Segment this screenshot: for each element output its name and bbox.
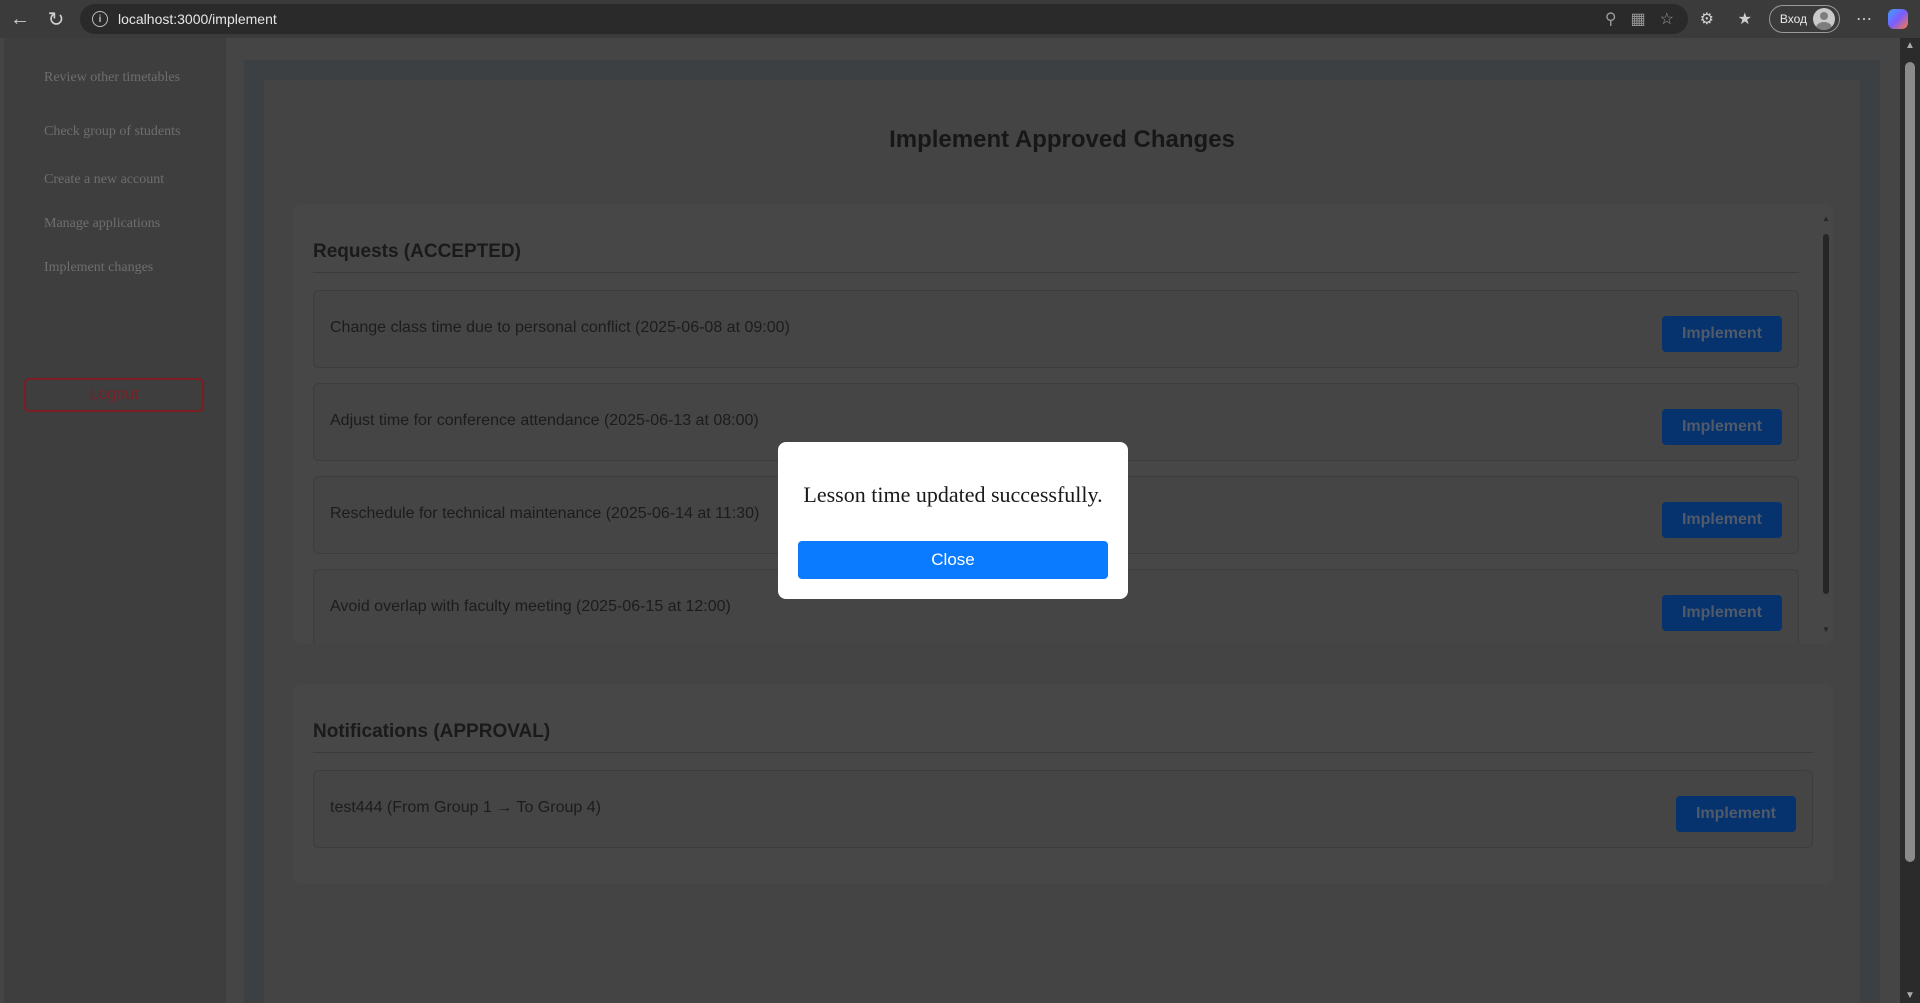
- implement-button[interactable]: Implement: [1676, 796, 1796, 832]
- divider: [313, 272, 1799, 273]
- scroll-thumb[interactable]: [1823, 234, 1829, 594]
- implement-button[interactable]: Implement: [1662, 316, 1782, 352]
- requests-scrollbar[interactable]: ▲ ▼: [1819, 214, 1833, 634]
- sidebar: Review other timetables Check group of s…: [4, 38, 226, 1003]
- favorite-star-icon[interactable]: ☆: [1660, 9, 1674, 29]
- browser-toolbar: ← ↻ i localhost:3000/implement ⚲ ▦ ☆ ⚙ ★…: [0, 0, 1920, 38]
- address-bar[interactable]: i localhost:3000/implement ⚲ ▦ ☆: [80, 4, 1688, 34]
- notification-text: test444 (From Group 1 → To Group 4): [330, 799, 601, 816]
- copilot-icon[interactable]: [1888, 9, 1908, 29]
- logout-button[interactable]: Logout: [24, 378, 204, 412]
- request-text: Avoid overlap with faculty meeting (2025…: [330, 598, 731, 615]
- implement-button[interactable]: Implement: [1662, 595, 1782, 631]
- sidebar-item-manage-applications[interactable]: Manage applications: [44, 214, 194, 234]
- notifications-title: Notifications (APPROVAL): [313, 721, 551, 742]
- notifications-card: Notifications (APPROVAL) test444 (From G…: [293, 684, 1833, 884]
- success-dialog: Lesson time updated successfully. Close: [778, 442, 1128, 599]
- sidebar-item-implement-changes[interactable]: Implement changes: [44, 258, 194, 278]
- sidebar-item-review-timetables[interactable]: Review other timetables: [44, 68, 194, 88]
- sidebar-item-create-account[interactable]: Create a new account: [44, 170, 194, 190]
- scroll-down-icon[interactable]: ▼: [1822, 625, 1830, 634]
- request-text: Adjust time for conference attendance (2…: [330, 412, 759, 429]
- key-icon[interactable]: ⚲: [1605, 9, 1617, 29]
- scroll-up-icon[interactable]: ▲: [1905, 40, 1915, 51]
- divider: [313, 752, 1813, 753]
- page-title: Implement Approved Changes: [889, 126, 1235, 153]
- extensions-icon[interactable]: ⚙: [1693, 5, 1721, 33]
- profile-signin-button[interactable]: Вход: [1768, 5, 1840, 33]
- scroll-up-icon[interactable]: ▲: [1822, 214, 1830, 223]
- close-button[interactable]: Close: [798, 541, 1108, 579]
- page-scrollbar[interactable]: ▲ ▼: [1900, 38, 1920, 1003]
- signin-label: Вход: [1779, 12, 1807, 26]
- requests-title: Requests (ACCEPTED): [313, 241, 521, 262]
- implement-button[interactable]: Implement: [1662, 502, 1782, 538]
- list-item: test444 (From Group 1 → To Group 4) Impl…: [313, 770, 1813, 848]
- dialog-message: Lesson time updated successfully.: [803, 482, 1103, 507]
- url-text: localhost:3000/implement: [118, 11, 277, 27]
- request-text: Reschedule for technical maintenance (20…: [330, 505, 760, 522]
- sidebar-item-check-group[interactable]: Check group of students: [44, 122, 194, 142]
- avatar: [1813, 8, 1835, 30]
- reload-icon[interactable]: ↻: [38, 0, 74, 38]
- info-icon[interactable]: i: [92, 11, 108, 27]
- scroll-down-icon[interactable]: ▼: [1905, 990, 1915, 1001]
- app-install-icon[interactable]: ▦: [1631, 9, 1646, 29]
- back-icon[interactable]: ←: [2, 0, 38, 38]
- implement-button[interactable]: Implement: [1662, 409, 1782, 445]
- page-scroll-thumb[interactable]: [1905, 62, 1915, 862]
- list-item: Change class time due to personal confli…: [313, 290, 1799, 368]
- request-text: Change class time due to personal confli…: [330, 319, 790, 336]
- more-menu-icon[interactable]: ⋯: [1850, 5, 1878, 33]
- favorites-icon[interactable]: ★: [1731, 5, 1759, 33]
